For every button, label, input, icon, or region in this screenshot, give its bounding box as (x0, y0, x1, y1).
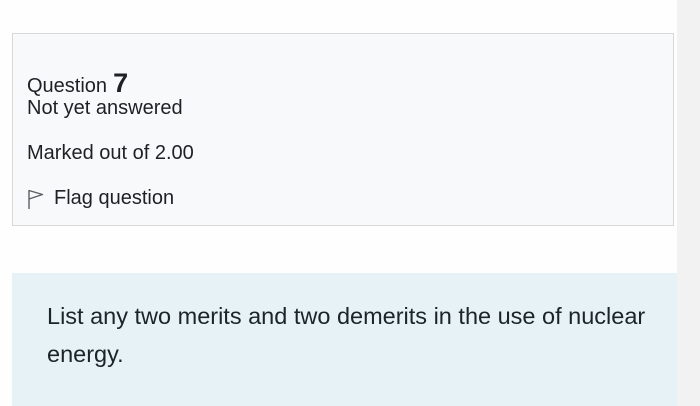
flag-question-label: Flag question (54, 187, 175, 209)
flag-icon (27, 188, 45, 210)
question-content: List any two merits and two demerits in … (12, 273, 677, 406)
question-info-card: Question 7 Not yet answered Marked out of… (12, 33, 674, 226)
question-text: List any two merits and two demerits in … (47, 303, 646, 367)
question-number: 7 (113, 68, 129, 98)
question-heading: Question 7 (27, 68, 128, 99)
question-grade: Marked out of 2.00 (27, 142, 194, 164)
question-state: Not yet answered (27, 97, 183, 119)
page-edge (677, 0, 700, 406)
question-label: Question (27, 75, 108, 97)
flag-question-toggle[interactable]: Flag question (27, 187, 174, 210)
